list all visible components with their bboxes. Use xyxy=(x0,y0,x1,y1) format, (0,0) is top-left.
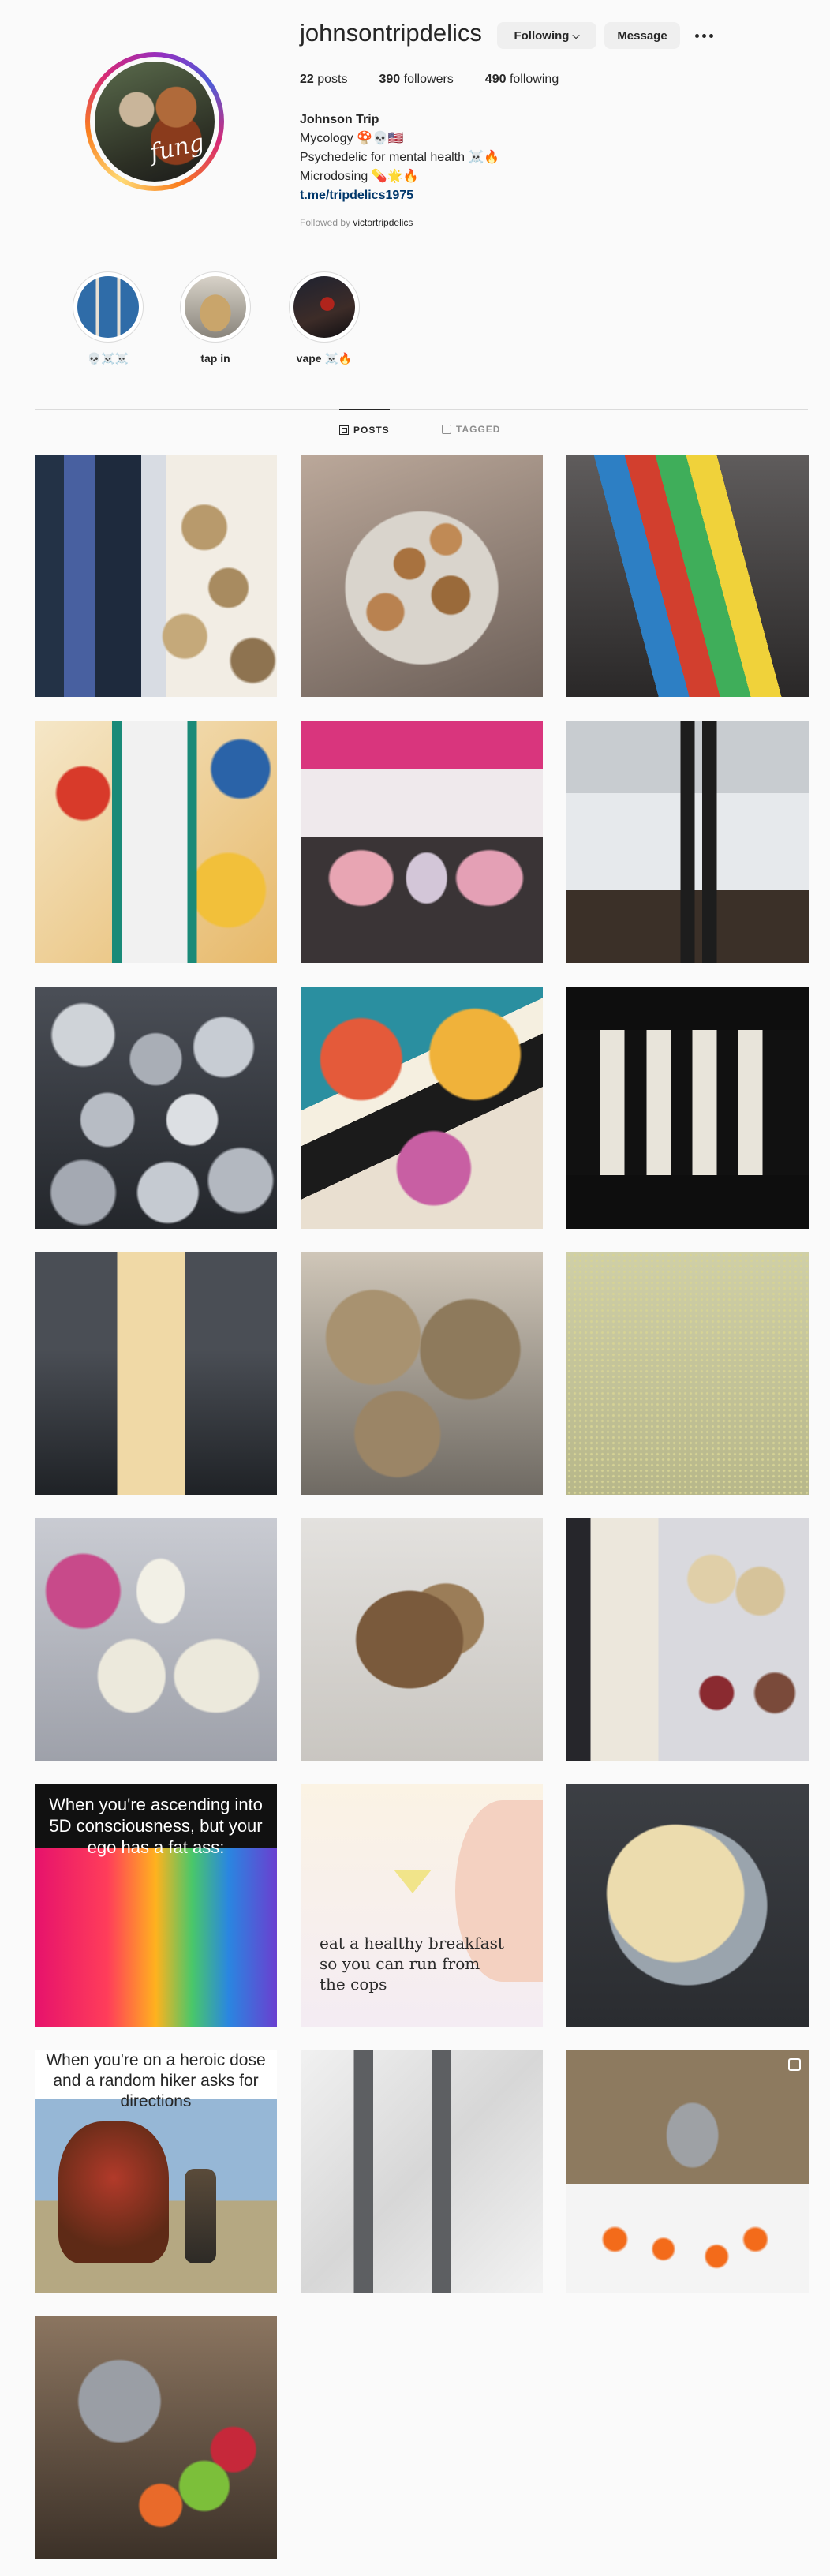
post-thumbnail[interactable] xyxy=(35,987,277,1229)
avatar-shirt-text: fung xyxy=(148,129,207,167)
bio-line: Mycology 🍄💀🇺🇸 xyxy=(300,132,404,145)
post-thumbnail[interactable] xyxy=(35,1252,277,1495)
highlight-label: 💀☠️☠️ xyxy=(87,352,129,365)
post-thumbnail[interactable] xyxy=(301,2050,543,2293)
following-label: following xyxy=(509,73,559,86)
story-highlight[interactable]: tap in xyxy=(180,271,251,365)
profile-avatar-ring[interactable]: fung xyxy=(85,52,224,191)
highlight-ring xyxy=(289,271,360,343)
followers-stat[interactable]: 390 followers xyxy=(379,73,454,87)
multi-photo-icon xyxy=(788,2058,801,2071)
profile-username: johnsontripdelics xyxy=(300,19,482,47)
post-thumbnail[interactable] xyxy=(301,1252,543,1495)
post-thumbnail[interactable] xyxy=(35,455,277,697)
meme-caption: When you're on a heroic dose and a rando… xyxy=(46,2051,266,2110)
highlight-ring xyxy=(180,271,251,343)
posts-label: posts xyxy=(317,73,348,86)
followed-by-user: victortripdelics xyxy=(353,217,413,228)
tagged-icon xyxy=(442,425,451,434)
tab-tagged-label: TAGGED xyxy=(456,424,501,435)
meme-caption: eat a healthy breakfast so you can run f… xyxy=(320,1934,504,1994)
profile-bio: Johnson Trip Mycology 🍄💀🇺🇸 Psychedelic f… xyxy=(300,110,499,205)
following-button-label: Following xyxy=(514,28,570,43)
post-thumbnail[interactable] xyxy=(566,1252,809,1495)
bio-line: Microdosing 💊🌟🔥 xyxy=(300,170,419,183)
highlight-cover xyxy=(77,276,139,338)
post-thumbnail[interactable]: When you're on a heroic dose and a rando… xyxy=(35,2050,277,2293)
tab-tagged[interactable]: TAGGED xyxy=(442,409,500,450)
followers-count: 390 xyxy=(379,73,401,86)
profile-stats: 22 posts 390 followers 490 following xyxy=(300,73,590,87)
bio-link[interactable]: t.me/tripdelics1975 xyxy=(300,186,499,205)
posts-stat: 22 posts xyxy=(300,73,348,87)
post-thumbnail[interactable] xyxy=(35,1518,277,1761)
message-button[interactable]: Message xyxy=(604,22,680,49)
post-thumbnail[interactable] xyxy=(566,1784,809,2027)
post-thumbnail[interactable] xyxy=(35,2316,277,2559)
post-thumbnail[interactable] xyxy=(566,721,809,963)
highlight-cover xyxy=(185,276,246,338)
more-options-icon[interactable] xyxy=(693,25,715,46)
followed-by[interactable]: Followed by victortripdelics xyxy=(300,217,413,228)
post-thumbnail[interactable] xyxy=(566,455,809,697)
display-name: Johnson Trip xyxy=(300,113,379,126)
post-thumbnail[interactable]: When you're ascending into 5D consciousn… xyxy=(35,1784,277,2027)
highlight-label: tap in xyxy=(200,352,230,365)
following-count: 490 xyxy=(484,73,507,86)
pill-illustration xyxy=(394,1870,432,1893)
tab-posts[interactable]: POSTS xyxy=(339,409,390,450)
post-thumbnail[interactable] xyxy=(566,2050,809,2293)
post-thumbnail[interactable] xyxy=(35,721,277,963)
bio-line: Psychedelic for mental health ☠️🔥 xyxy=(300,151,500,164)
chevron-down-icon: ⌵ xyxy=(572,29,580,41)
meme-caption: When you're ascending into 5D consciousn… xyxy=(49,1795,263,1857)
story-highlight[interactable]: vape ☠️🔥 xyxy=(289,271,360,365)
hiker-illustration xyxy=(185,2169,216,2263)
tab-posts-label: POSTS xyxy=(353,424,390,436)
post-thumbnail[interactable] xyxy=(301,455,543,697)
highlight-cover xyxy=(293,276,355,338)
post-thumbnail[interactable] xyxy=(566,987,809,1229)
posts-count: 22 xyxy=(300,73,314,86)
post-thumbnail[interactable] xyxy=(301,987,543,1229)
avatar[interactable]: fung xyxy=(95,62,215,182)
highlight-ring xyxy=(73,271,144,343)
followers-label: followers xyxy=(403,73,454,86)
dragon-illustration xyxy=(58,2121,169,2263)
post-thumbnail[interactable] xyxy=(301,721,543,963)
story-highlight[interactable]: 💀☠️☠️ xyxy=(73,271,144,365)
following-stat[interactable]: 490 following xyxy=(485,73,559,87)
post-thumbnail[interactable] xyxy=(566,1518,809,1761)
post-thumbnail[interactable]: eat a healthy breakfast so you can run f… xyxy=(301,1784,543,2027)
following-button[interactable]: Following ⌵ xyxy=(497,22,596,49)
tabs-divider xyxy=(35,409,808,410)
post-thumbnail[interactable] xyxy=(301,1518,543,1761)
followed-by-prefix: Followed by xyxy=(300,217,351,228)
highlight-label: vape ☠️🔥 xyxy=(296,352,353,365)
grid-icon xyxy=(339,425,349,435)
